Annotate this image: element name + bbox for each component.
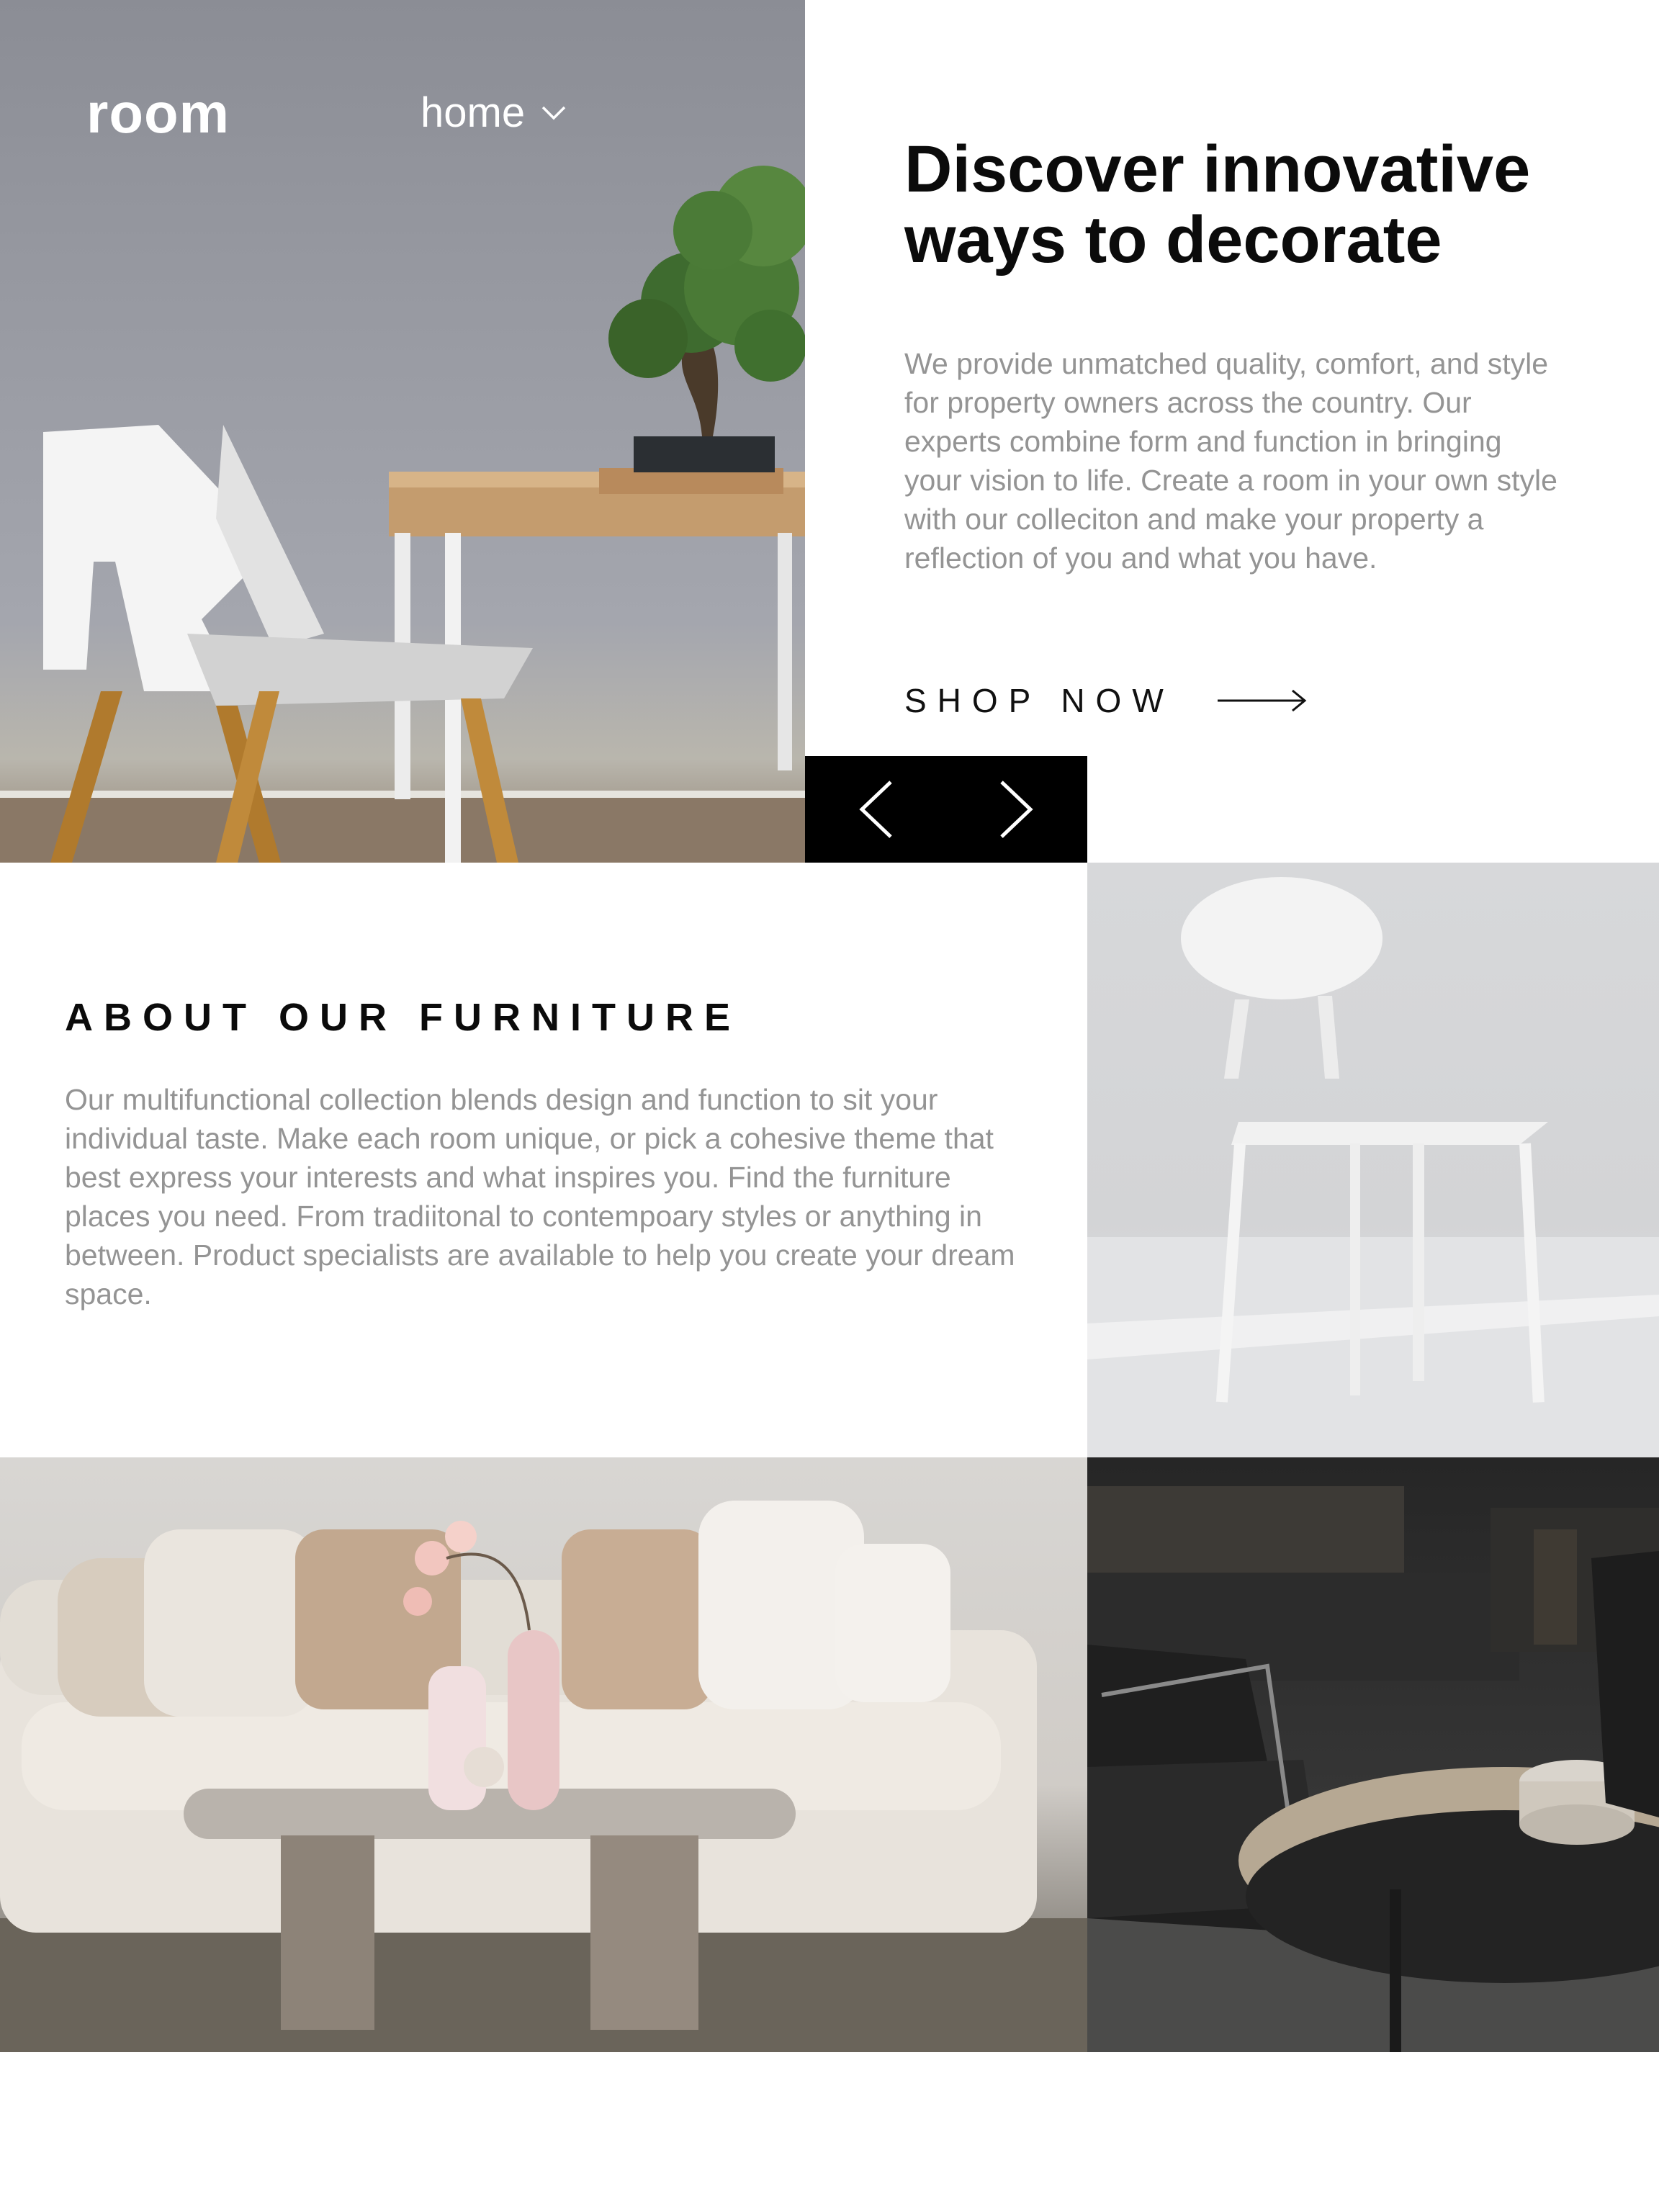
chevron-left-icon [859, 781, 892, 838]
dark-lounge-illustration [1087, 1486, 1659, 2052]
dark-lounge-image [1087, 1457, 1659, 2052]
about-heading: ABOUT OUR FURNITURE [65, 996, 741, 1039]
nav-home-label: home [421, 89, 526, 136]
shop-now-label: SHOP NOW [904, 682, 1174, 719]
slider-prev-button[interactable] [805, 756, 946, 863]
brand-logo[interactable]: room [86, 85, 230, 141]
white-chair-image [1087, 863, 1659, 1457]
arrow-right-icon [1217, 689, 1307, 712]
chevron-down-icon [541, 106, 566, 120]
sofa-living-room-illustration [0, 1501, 1087, 2052]
slider-next-button[interactable] [946, 756, 1087, 863]
nav-home-dropdown[interactable]: home [421, 92, 567, 134]
sofa-living-room-image [0, 1457, 1087, 2052]
hero-title: Discover innovative ways to decorate [904, 132, 1531, 276]
shop-now-button[interactable]: SHOP NOW [904, 684, 1308, 717]
chevron-right-icon [1000, 781, 1033, 838]
slider-controls [805, 756, 1087, 863]
about-description: Our multifunctional collection blends de… [65, 1083, 1015, 1310]
white-chair-illustration [1087, 877, 1659, 1457]
hero-description: We provide unmatched quality, comfort, a… [904, 347, 1557, 575]
